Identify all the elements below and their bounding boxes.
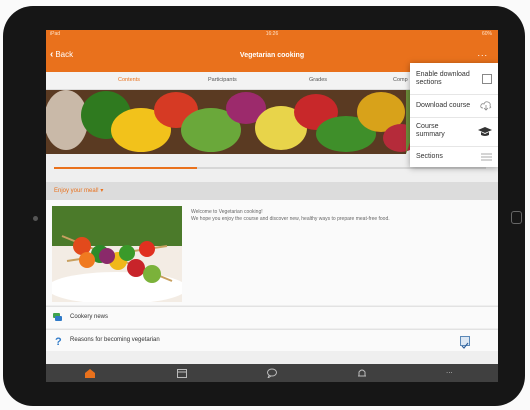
bottom-tab-bar: ... — [46, 364, 498, 382]
menu-item-download-course[interactable]: Download course — [410, 94, 498, 118]
completion-checkbox[interactable] — [460, 336, 470, 349]
intro-text: Welcome to Vegetarian cooking! We hope y… — [191, 209, 486, 223]
front-camera — [33, 216, 38, 221]
battery-label: 60% — [481, 31, 492, 37]
kebab-image — [52, 206, 182, 302]
checkbox-icon[interactable] — [482, 74, 492, 84]
section-header[interactable]: Enjoy your meal! ▾ — [46, 182, 498, 200]
activity-lesson[interactable]: ? Reasons for becoming vegetarian — [46, 329, 498, 351]
page-title: Vegetarian cooking — [239, 52, 305, 59]
menu-item-label: Sections — [416, 153, 443, 160]
home-button[interactable] — [511, 211, 522, 224]
activity-label: Cookery news — [70, 314, 109, 320]
caret-down-icon: ▾ — [100, 188, 104, 194]
chat-icon[interactable] — [266, 368, 278, 378]
checkmark-icon — [461, 342, 469, 349]
section-title: Enjoy your meal! ▾ — [54, 187, 103, 194]
question-icon: ? — [55, 336, 62, 346]
intro-line-1: Welcome to Vegetarian cooking! — [191, 209, 263, 215]
bell-icon[interactable] — [356, 368, 368, 378]
course-progress-bar — [54, 167, 486, 169]
graduation-cap-icon — [478, 127, 492, 136]
calendar-icon[interactable] — [176, 368, 188, 378]
tab-grades[interactable]: Grades — [309, 77, 327, 83]
svg-text:?: ? — [55, 336, 62, 346]
course-progress-fill — [54, 167, 197, 169]
menu-item-label: Course summary — [416, 123, 445, 138]
activity-label: Reasons for becoming vegetarian — [70, 337, 160, 343]
app-screen: iPad 16:26 60% ‹ Back Vegetarian cooking … — [46, 30, 498, 382]
status-bar: iPad 16:26 60% — [46, 30, 498, 39]
context-menu: Enable download sections Download course… — [410, 63, 498, 167]
menu-item-label: Enable download sections — [416, 71, 470, 86]
menu-item-course-summary[interactable]: Course summary — [410, 117, 498, 147]
more-icon[interactable]: ... — [446, 366, 458, 376]
tab-participants[interactable]: Participants — [208, 77, 237, 83]
home-icon[interactable] — [84, 368, 96, 378]
section-summary: Welcome to Vegetarian cooking! We hope y… — [46, 200, 498, 305]
menu-lines-icon — [481, 153, 492, 161]
menu-item-sections[interactable]: Sections — [410, 146, 498, 167]
cloud-download-icon — [480, 101, 492, 111]
status-time: 16:26 — [265, 31, 279, 37]
forum-icon — [53, 313, 62, 321]
tab-contents[interactable]: Contents — [118, 77, 140, 83]
activity-forum[interactable]: Cookery news — [46, 306, 498, 328]
more-options-button[interactable]: ... — [477, 48, 488, 58]
menu-item-enable-download-sections[interactable]: Enable download sections — [410, 63, 498, 95]
tab-competencies[interactable]: Comp — [393, 77, 408, 83]
intro-line-2: We hope you enjoy the course and discove… — [191, 216, 390, 222]
menu-item-label: Download course — [416, 102, 471, 109]
section-title-text: Enjoy your meal! — [54, 188, 99, 194]
